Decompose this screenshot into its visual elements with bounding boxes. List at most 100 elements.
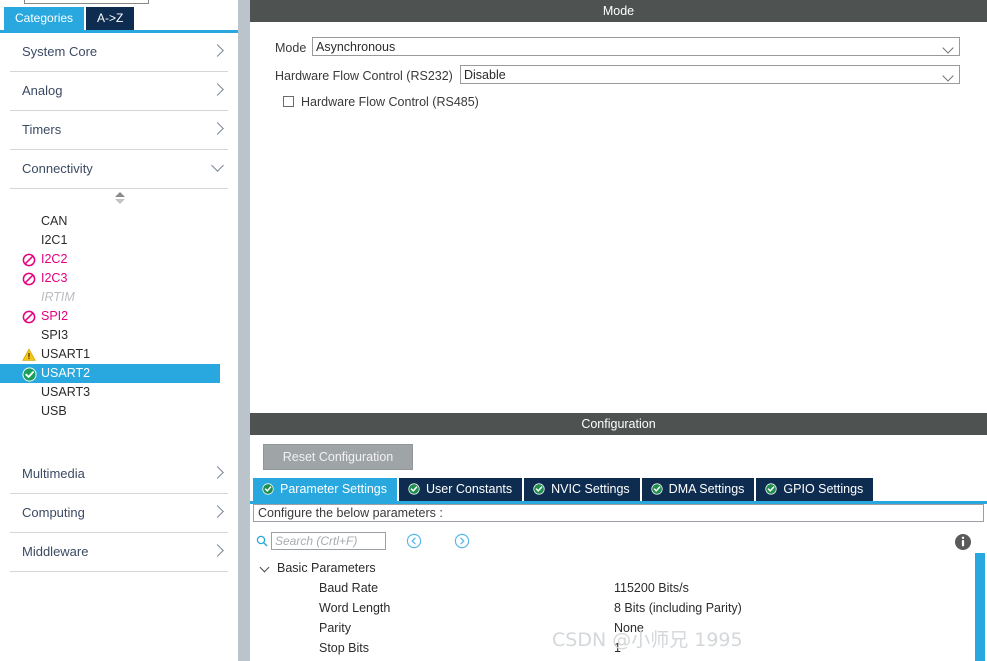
hardware-flow-control-rs485-label: Hardware Flow Control (RS485) bbox=[301, 95, 479, 109]
chevron-right-icon bbox=[211, 544, 224, 557]
peripheral-item-irtim: IRTIM bbox=[0, 288, 238, 307]
hardware-flow-control-rs485-row[interactable]: Hardware Flow Control (RS485) bbox=[283, 95, 479, 109]
peripheral-item-label: IRTIM bbox=[41, 290, 75, 304]
hardware-flow-control-rs232-value: Disable bbox=[464, 68, 506, 82]
category-analog[interactable]: Analog bbox=[10, 72, 228, 111]
peripheral-item-i2c2[interactable]: I2C2 bbox=[0, 250, 238, 269]
chevron-right-icon bbox=[211, 122, 224, 135]
parameter-row[interactable]: Word Length 8 Bits (including Parity) bbox=[250, 598, 987, 618]
tab-user-constants[interactable]: User Constants bbox=[399, 478, 523, 501]
peripheral-item-spi3[interactable]: SPI3 bbox=[0, 326, 238, 345]
parameter-name: Baud Rate bbox=[319, 581, 379, 595]
tab-categories[interactable]: Categories bbox=[4, 7, 85, 30]
tab-label: DMA Settings bbox=[668, 482, 745, 496]
category-label: Multimedia bbox=[22, 466, 85, 481]
hardware-flow-control-rs485-checkbox[interactable] bbox=[283, 96, 294, 107]
category-computing[interactable]: Computing bbox=[10, 494, 228, 533]
peripheral-item-usart2[interactable]: USART2 bbox=[0, 364, 220, 383]
tab-dma-settings[interactable]: DMA Settings bbox=[641, 478, 755, 501]
mode-panel-title: Mode bbox=[250, 0, 987, 22]
info-icon[interactable] bbox=[954, 533, 972, 554]
hardware-flow-control-rs232-label: Hardware Flow Control (RS232) bbox=[275, 69, 453, 83]
blocked-icon bbox=[22, 253, 36, 267]
mode-select-value: Asynchronous bbox=[316, 40, 396, 54]
configure-note: Configure the below parameters : bbox=[253, 504, 984, 522]
peripheral-list: CAN I2C1 I2C2 I2C3 IRTIM SPI2 SPI3 USART1 USART2… bbox=[0, 212, 238, 421]
configuration-scrollbar[interactable] bbox=[973, 553, 987, 661]
tree-group-label: Basic Parameters bbox=[277, 561, 376, 575]
tab-gpio-settings[interactable]: GPIO Settings bbox=[756, 478, 874, 501]
peripheral-item-label: I2C1 bbox=[41, 233, 68, 247]
category-label: Timers bbox=[22, 122, 62, 137]
chevron-down-icon bbox=[942, 42, 954, 54]
tab-label: GPIO Settings bbox=[783, 482, 864, 496]
peripheral-item-i2c1[interactable]: I2C1 bbox=[0, 231, 238, 250]
check-circle-icon bbox=[262, 480, 274, 495]
chevron-right-icon bbox=[211, 44, 224, 57]
category-label: Middleware bbox=[22, 544, 89, 559]
parameter-search-input[interactable]: Search (Crtl+F) bbox=[271, 532, 386, 550]
check-circle-icon bbox=[408, 480, 420, 495]
parameter-name: Parity bbox=[319, 621, 351, 635]
configuration-tabs: Parameter Settings User Constants NVIC Set… bbox=[253, 478, 875, 501]
category-multimedia[interactable]: Multimedia bbox=[10, 455, 228, 494]
peripheral-item-usart3[interactable]: USART3 bbox=[0, 383, 238, 402]
tab-label: Parameter Settings bbox=[280, 482, 387, 496]
mode-field-label: Mode bbox=[275, 41, 307, 55]
next-match-icon[interactable] bbox=[454, 533, 470, 549]
reset-configuration-button[interactable]: Reset Configuration bbox=[263, 444, 413, 470]
scroll-spinner-icon[interactable] bbox=[113, 192, 127, 204]
chevron-right-icon bbox=[211, 505, 224, 518]
peripheral-item-label: SPI3 bbox=[41, 328, 69, 342]
chevron-down-icon bbox=[942, 70, 954, 82]
previous-match-icon[interactable] bbox=[406, 533, 422, 549]
category-label: Analog bbox=[22, 83, 63, 98]
category-list: System Core Analog Timers Connectivity bbox=[0, 33, 238, 189]
hardware-flow-control-rs232-select[interactable]: Disable bbox=[460, 65, 960, 84]
category-timers[interactable]: Timers bbox=[10, 111, 228, 150]
peripheral-item-usb[interactable]: USB bbox=[0, 402, 238, 421]
ok-icon bbox=[22, 367, 37, 382]
category-label: System Core bbox=[22, 44, 98, 59]
tree-group-basic-parameters[interactable]: Basic Parameters bbox=[250, 558, 987, 578]
tab-a-to-z[interactable]: A->Z bbox=[86, 7, 135, 30]
peripheral-item-usart1[interactable]: USART1 bbox=[0, 345, 238, 364]
application-window: Categories A->Z System Core Analog Timer… bbox=[0, 0, 987, 661]
mode-panel: Mode Mode Asynchronous Hardware Flow Con… bbox=[250, 0, 987, 404]
peripheral-item-label: I2C3 bbox=[41, 271, 68, 285]
check-circle-icon bbox=[533, 480, 545, 495]
peripheral-item-i2c3[interactable]: I2C3 bbox=[0, 269, 238, 288]
watermark: CSDN @小师兄 1995 bbox=[552, 629, 743, 651]
category-connectivity[interactable]: Connectivity bbox=[10, 150, 228, 189]
category-middleware[interactable]: Middleware bbox=[10, 533, 228, 572]
tab-label: NVIC Settings bbox=[551, 482, 630, 496]
chevron-down-icon bbox=[211, 159, 224, 172]
mode-select[interactable]: Asynchronous bbox=[312, 37, 960, 56]
category-list-bottom: Multimedia Computing Middleware bbox=[0, 455, 238, 572]
configuration-panel: Configuration Reset Configuration Parame… bbox=[250, 413, 987, 661]
blocked-icon bbox=[22, 272, 36, 286]
peripheral-item-label: CAN bbox=[41, 214, 68, 228]
peripheral-item-spi2[interactable]: SPI2 bbox=[0, 307, 238, 326]
parameter-name: Stop Bits bbox=[319, 641, 370, 655]
tab-parameter-settings[interactable]: Parameter Settings bbox=[253, 478, 397, 501]
parameter-row[interactable]: Baud Rate 115200 Bits/s bbox=[250, 578, 987, 598]
peripheral-item-can[interactable]: CAN bbox=[0, 212, 238, 231]
check-circle-icon bbox=[765, 480, 778, 495]
category-label: Connectivity bbox=[22, 161, 93, 176]
category-system-core[interactable]: System Core bbox=[10, 33, 228, 72]
right-area: Mode Mode Asynchronous Hardware Flow Con… bbox=[250, 0, 987, 661]
parameter-name: Word Length bbox=[319, 601, 391, 615]
peripheral-item-label: I2C2 bbox=[41, 252, 68, 266]
category-label: Computing bbox=[22, 505, 85, 520]
peripheral-item-label: USART1 bbox=[41, 347, 91, 361]
search-icon bbox=[256, 535, 268, 547]
check-circle-icon bbox=[651, 480, 663, 495]
blocked-icon bbox=[22, 310, 36, 324]
peripheral-item-label: USART2 bbox=[41, 366, 91, 380]
configuration-scrollbar-thumb[interactable] bbox=[975, 553, 985, 661]
peripheral-search-input[interactable] bbox=[24, 0, 149, 4]
peripheral-item-label: USART3 bbox=[41, 385, 91, 399]
tab-nvic-settings[interactable]: NVIC Settings bbox=[524, 478, 640, 501]
chevron-down-icon bbox=[259, 562, 270, 573]
